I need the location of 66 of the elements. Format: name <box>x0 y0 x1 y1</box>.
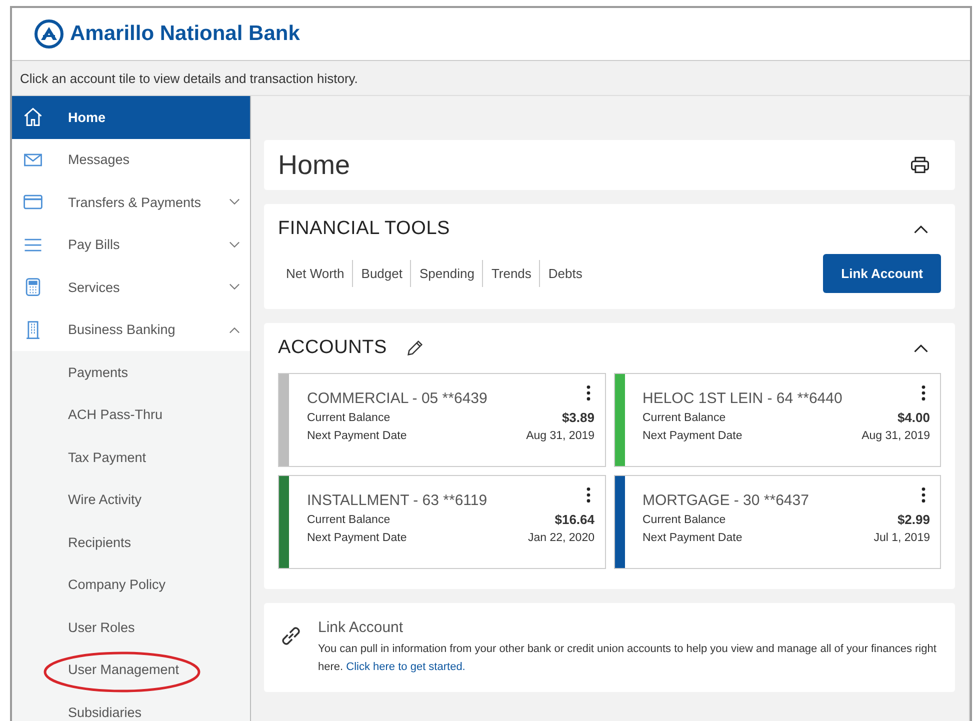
account-name: INSTALLMENT - 63 **6119 <box>307 491 488 509</box>
submenu-item[interactable]: User Roles <box>12 606 250 648</box>
submenu-item[interactable]: ACH Pass-Thru <box>12 394 250 436</box>
account-name: MORTGAGE - 30 **6437 <box>642 491 809 509</box>
nav-item[interactable]: Messages <box>12 138 250 181</box>
submenu-item[interactable]: Payments <box>12 351 250 394</box>
date-label: Next Payment Date <box>307 429 407 444</box>
tool-link[interactable]: Spending <box>410 260 482 287</box>
submenu-item[interactable]: Subsidiaries <box>12 691 250 721</box>
tool-link[interactable]: Budget <box>352 260 410 287</box>
get-started-link[interactable]: Click here to get started. <box>346 661 466 673</box>
link-account-title: Link Account <box>318 619 404 636</box>
page-title: Home <box>278 150 350 180</box>
tool-link[interactable]: Trends <box>482 260 540 287</box>
submenu-item[interactable]: Wire Activity <box>12 478 250 521</box>
submenu-item[interactable]: Company Policy <box>12 564 250 606</box>
date-label: Next Payment Date <box>642 429 742 444</box>
balance-label: Current Balance <box>642 513 726 528</box>
chevron-down-icon[interactable] <box>229 240 240 249</box>
nav-item[interactable]: Pay Bills <box>12 224 250 266</box>
balance-value: $2.99 <box>897 511 930 529</box>
more-icon[interactable] <box>921 486 926 504</box>
account-tile[interactable]: COMMERCIAL - 05 **6439 Current Balance $3.89 Next Payment Date Aug 31, 2019 <box>278 373 606 467</box>
account-name: COMMERCIAL - 05 **6439 <box>307 389 488 407</box>
nav-item[interactable]: Transfers & Payments <box>12 181 250 224</box>
date-value: Aug 31, 2019 <box>862 429 930 444</box>
balance-label: Current Balance <box>307 411 390 426</box>
tool-link[interactable]: Net Worth <box>278 260 352 287</box>
pencil-icon[interactable] <box>405 338 426 358</box>
account-tile[interactable]: MORTGAGE - 30 **6437 Current Balance $2.99 Next Payment Date Jul 1, 2019 <box>614 475 941 569</box>
section-title: FINANCIAL TOOLS <box>278 218 450 240</box>
submenu-item[interactable]: Recipients <box>12 521 250 564</box>
nav-item[interactable]: Home <box>12 96 250 138</box>
balance-label: Current Balance <box>642 411 726 426</box>
nav-item[interactable]: Services <box>12 266 250 308</box>
bank-logo-icon <box>34 19 64 49</box>
print-icon[interactable] <box>909 154 931 176</box>
tool-link[interactable]: Debts <box>539 260 590 287</box>
date-value: Aug 31, 2019 <box>526 429 594 444</box>
balance-value: $3.89 <box>562 409 594 427</box>
more-icon[interactable] <box>921 384 926 402</box>
date-value: Jul 1, 2019 <box>874 531 930 546</box>
date-label: Next Payment Date <box>642 531 742 546</box>
link-account-button[interactable]: Link Account <box>823 254 941 293</box>
instruction-bar: Click an account tile to view details and transaction history. <box>12 61 970 96</box>
account-name: HELOC 1ST LEIN - 64 **6440 <box>642 389 842 407</box>
home-icon <box>22 106 44 128</box>
date-label: Next Payment Date <box>307 531 407 546</box>
more-icon[interactable] <box>586 486 590 504</box>
chevron-down-icon[interactable] <box>229 198 240 206</box>
chevron-down-icon[interactable] <box>229 283 240 292</box>
date-value: Jan 22, 2020 <box>528 531 594 546</box>
nav-item[interactable]: Business Banking <box>12 308 250 351</box>
balance-value: $16.64 <box>554 511 594 529</box>
balance-label: Current Balance <box>307 513 390 528</box>
chevron-up-icon[interactable] <box>913 343 929 353</box>
account-tile[interactable]: HELOC 1ST LEIN - 64 **6440 Current Balance $4.00 Next Payment Date Aug 31, 2019 <box>614 373 941 467</box>
link-account-description: You can pull in information from your other bank or credit union accounts to help you view and manage all of your finances right here. Click here to get started. <box>318 642 938 675</box>
account-tile[interactable]: INSTALLMENT - 63 **6119 Current Balance $16.64 Next Payment Date Jan 22, 2020 <box>278 475 606 569</box>
section-title: ACCOUNTS <box>278 337 388 359</box>
balance-value: $4.00 <box>897 409 930 427</box>
submenu-item[interactable]: Tax Payment <box>12 436 250 478</box>
chevron-up-icon[interactable] <box>913 224 929 234</box>
more-icon[interactable] <box>586 384 590 402</box>
submenu-item[interactable]: User Management <box>12 648 250 691</box>
bank-name: Amarillo National Bank <box>70 22 300 46</box>
